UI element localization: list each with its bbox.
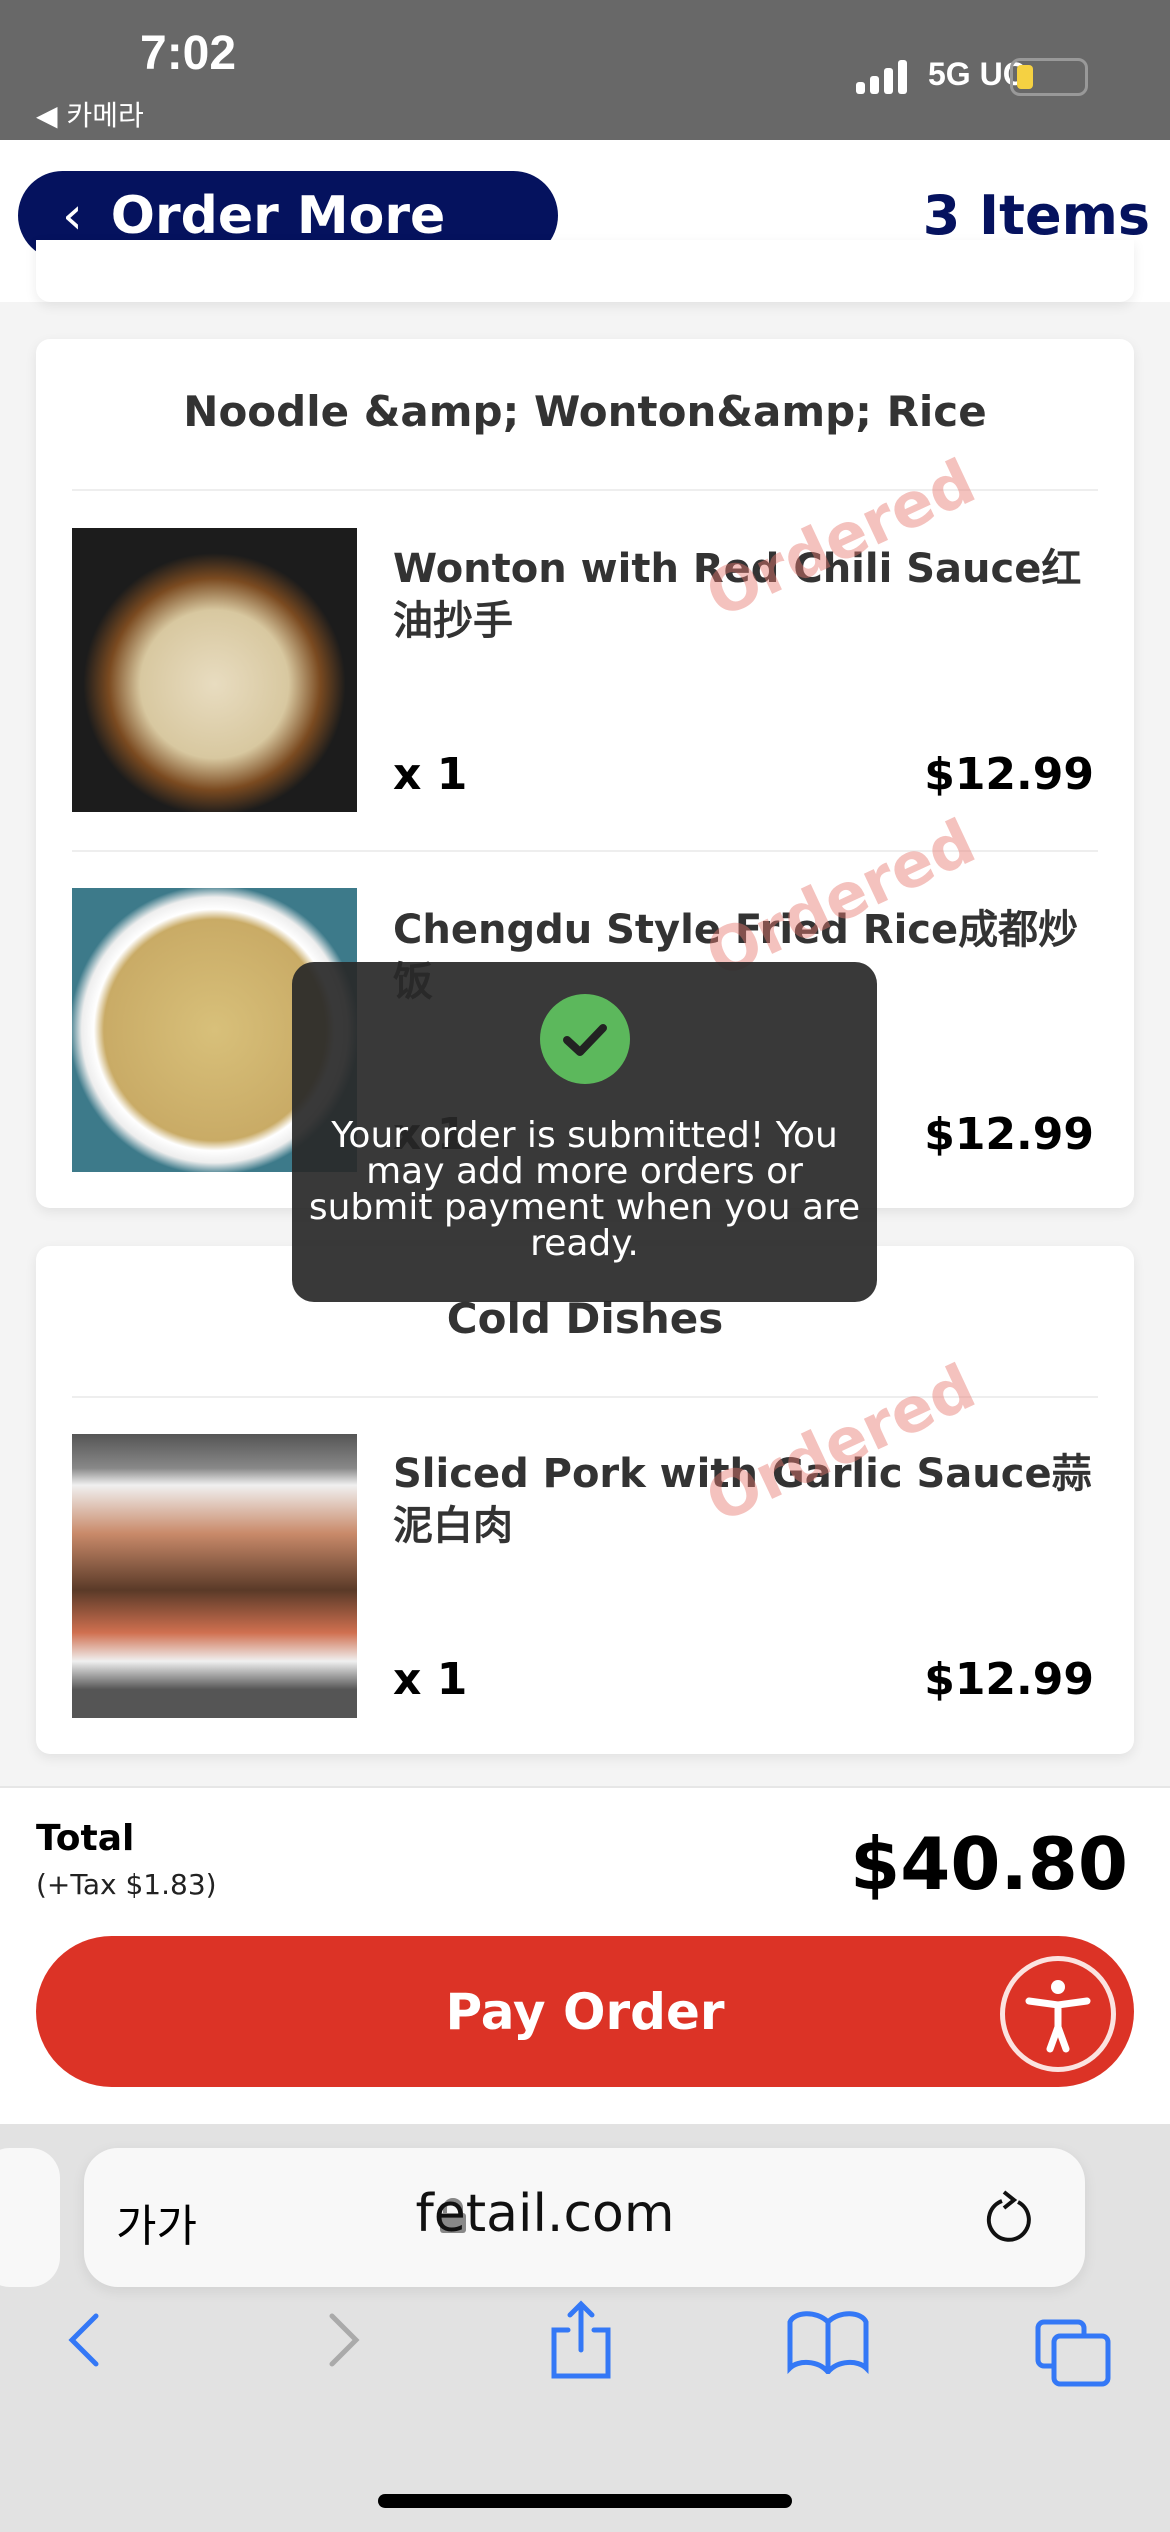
back-to-app-link[interactable]: ◀ 카메라 <box>36 94 144 134</box>
signal-icon <box>856 60 907 94</box>
total-amount: $40.80 <box>850 1822 1128 1906</box>
item-image <box>72 528 357 812</box>
item-price: $12.99 <box>924 1654 1094 1705</box>
accessibility-icon[interactable] <box>1000 1956 1116 2072</box>
forward-icon[interactable] <box>318 2310 368 2370</box>
chevron-left-icon: ‹ <box>62 185 83 246</box>
toast-message: Your order is submitted! You may add mor… <box>308 1115 861 1264</box>
section-title: Noodle &amp; Wonton&amp; Rice <box>183 387 987 436</box>
item-qty: x 1 <box>393 1654 468 1705</box>
clock: 7:02 <box>140 27 237 80</box>
items-count[interactable]: 3 Items <box>923 184 1150 247</box>
status-bar: 7:02 ◀ 카메라 5G UC <box>0 0 1170 140</box>
bookmarks-icon[interactable] <box>786 2310 870 2374</box>
total-label: Total <box>36 1818 135 1859</box>
item-price: $12.99 <box>924 749 1094 800</box>
tabs-icon[interactable] <box>1034 2318 1114 2388</box>
section-card: Cold Dishes Sliced Pork with Garlic Sauc… <box>36 1246 1134 1754</box>
order-more-label: Order More <box>110 185 446 246</box>
share-icon[interactable] <box>546 2300 616 2380</box>
previous-tab[interactable] <box>0 2148 60 2287</box>
order-submitted-toast: Your order is submitted! You may add mor… <box>292 962 877 1302</box>
check-circle-icon <box>540 994 630 1084</box>
pay-order-button[interactable]: Pay Order <box>36 1936 1134 2087</box>
battery-icon <box>1010 58 1088 96</box>
home-indicator[interactable] <box>378 2494 792 2508</box>
item-qty: x 1 <box>393 749 468 800</box>
back-icon[interactable] <box>60 2310 110 2370</box>
reload-icon[interactable] <box>980 2186 1040 2246</box>
item-price: $12.99 <box>924 1109 1094 1160</box>
item-image <box>72 1434 357 1718</box>
tax-amount: (+Tax $1.83) <box>36 1868 217 1901</box>
previous-card <box>36 240 1134 302</box>
url-domain[interactable]: fetail.com <box>220 2184 780 2244</box>
text-size-button[interactable]: 가가 <box>116 2190 197 2254</box>
